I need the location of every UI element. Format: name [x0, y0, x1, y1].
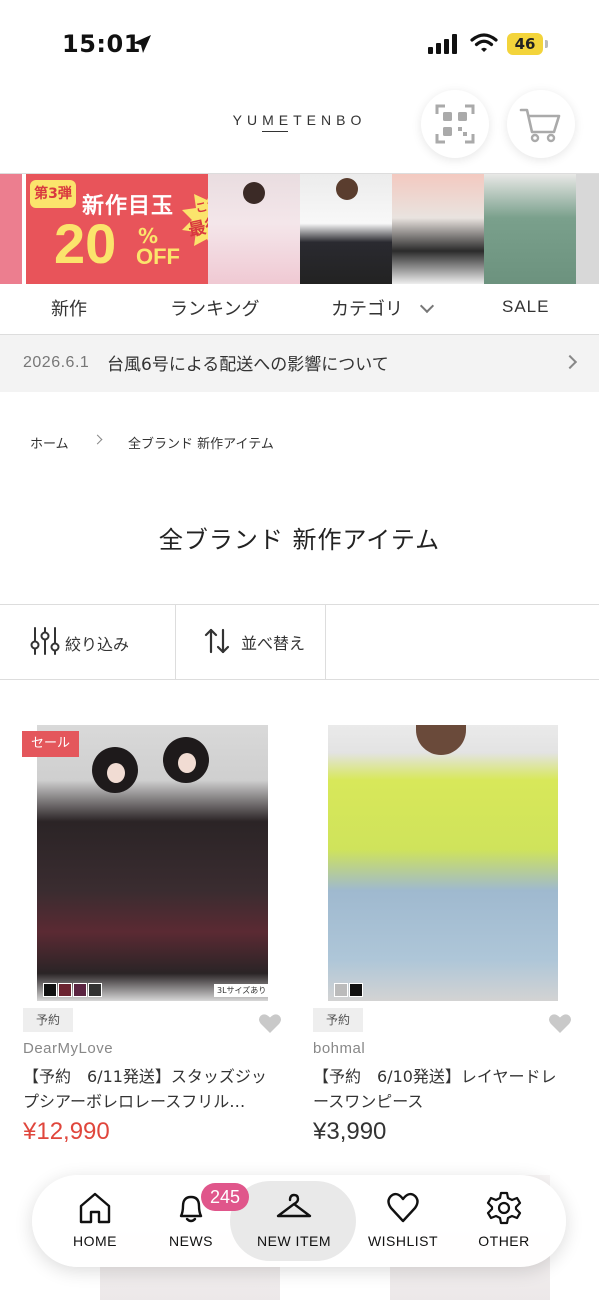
wifi-icon: [470, 33, 498, 52]
banner-photo-3: [392, 174, 484, 284]
color-swatch: [58, 983, 72, 997]
color-swatch: [43, 983, 57, 997]
divider: [175, 605, 176, 679]
banner-discount: 20: [54, 212, 117, 275]
sort-button[interactable]: 並べ替え: [241, 630, 305, 654]
chevron-down-icon[interactable]: [419, 298, 435, 314]
status-time: 15:01: [62, 30, 141, 58]
logo-underline: [262, 131, 288, 132]
qr-code-button[interactable]: [421, 90, 489, 158]
product-image[interactable]: [37, 725, 268, 1001]
breadcrumb-current: 全ブランド 新作アイテム: [128, 437, 274, 452]
product-title[interactable]: 【予約 6/10発送】レイヤードレースワンピース: [313, 1064, 563, 1114]
location-arrow-icon: [133, 35, 151, 53]
page-title: 全ブランド 新作アイテム: [158, 526, 441, 554]
filter-button[interactable]: 絞り込み: [65, 631, 129, 655]
filter-sliders-icon[interactable]: [30, 625, 60, 657]
tab-new-item[interactable]: NEW ITEM: [248, 1233, 340, 1249]
tab-other[interactable]: OTHER: [470, 1233, 538, 1249]
model-head: [243, 182, 265, 204]
nav-item-new[interactable]: 新作: [51, 295, 87, 321]
product-price: ¥12,990: [23, 1118, 110, 1145]
color-swatch: [334, 983, 348, 997]
heart-outline-icon[interactable]: [385, 1190, 421, 1226]
heart-icon[interactable]: [258, 1013, 282, 1035]
battery-indicator: 46: [507, 33, 543, 55]
banner-photo-1: [208, 174, 300, 284]
product-brand[interactable]: DearMyLove: [23, 1040, 113, 1057]
size-tag: 3Lサイズあり: [214, 984, 270, 997]
promo-banner[interactable]: 第3弾 新作目玉 20 % OFF これが 最後!: [0, 173, 599, 284]
model-head: [416, 725, 466, 755]
tab-news[interactable]: NEWS: [158, 1233, 224, 1249]
product-price: ¥3,990: [313, 1118, 387, 1145]
breadcrumb-home[interactable]: ホーム: [30, 433, 69, 452]
reservation-tag: 予約: [23, 1008, 73, 1032]
battery-cap: [545, 40, 548, 48]
model-face: [107, 763, 125, 783]
heart-icon[interactable]: [548, 1013, 572, 1035]
product-title[interactable]: 【予約 6/11発送】スタッズジップシアーボレロレースフリル…: [23, 1064, 273, 1114]
home-icon[interactable]: [77, 1190, 113, 1226]
sort-arrows-icon[interactable]: [203, 627, 231, 655]
breadcrumb-chevron-icon: [92, 434, 103, 445]
banner-photo-4: [484, 174, 576, 284]
notice-text: 台風6号による配送への影響について: [107, 355, 389, 375]
chevron-right-icon: [562, 354, 578, 370]
cart-button[interactable]: [507, 90, 575, 158]
model-face: [178, 753, 196, 773]
sale-badge: セール: [22, 731, 79, 757]
banner-badge: 第3弾: [30, 180, 76, 208]
hanger-icon[interactable]: [274, 1190, 314, 1226]
notice-bar[interactable]: 2026.6.1 台風6号による配送への影響について: [0, 335, 599, 392]
gear-icon[interactable]: [486, 1190, 522, 1226]
nav-item-ranking[interactable]: ランキング: [170, 295, 259, 321]
banner-photo-2: [300, 174, 392, 284]
divider: [325, 605, 326, 679]
product-image[interactable]: [328, 725, 558, 1001]
filter-sort-bar: 絞り込み 並べ替え: [0, 604, 599, 680]
notice-date: 2026.6.1: [23, 354, 90, 371]
color-swatch: [88, 983, 102, 997]
banner-off: OFF: [136, 244, 180, 269]
tab-home[interactable]: HOME: [62, 1233, 128, 1249]
news-count-badge: 245: [201, 1183, 249, 1211]
banner-photo-5: [576, 174, 599, 284]
qr-code-icon: [435, 104, 475, 144]
nav-item-category[interactable]: カテゴリ: [331, 295, 403, 321]
banner-edge: [0, 174, 22, 284]
model-head: [336, 178, 358, 200]
color-swatch: [349, 983, 363, 997]
cellular-signal-icon: [428, 34, 457, 54]
reservation-tag: 予約: [313, 1008, 363, 1032]
cart-icon: [519, 108, 561, 143]
nav-item-sale[interactable]: SALE: [502, 297, 549, 317]
product-brand[interactable]: bohmal: [313, 1040, 365, 1057]
category-nav: 新作 ランキング カテゴリ SALE: [0, 283, 599, 335]
color-swatch: [73, 983, 87, 997]
tab-wishlist[interactable]: WISHLIST: [360, 1233, 446, 1249]
